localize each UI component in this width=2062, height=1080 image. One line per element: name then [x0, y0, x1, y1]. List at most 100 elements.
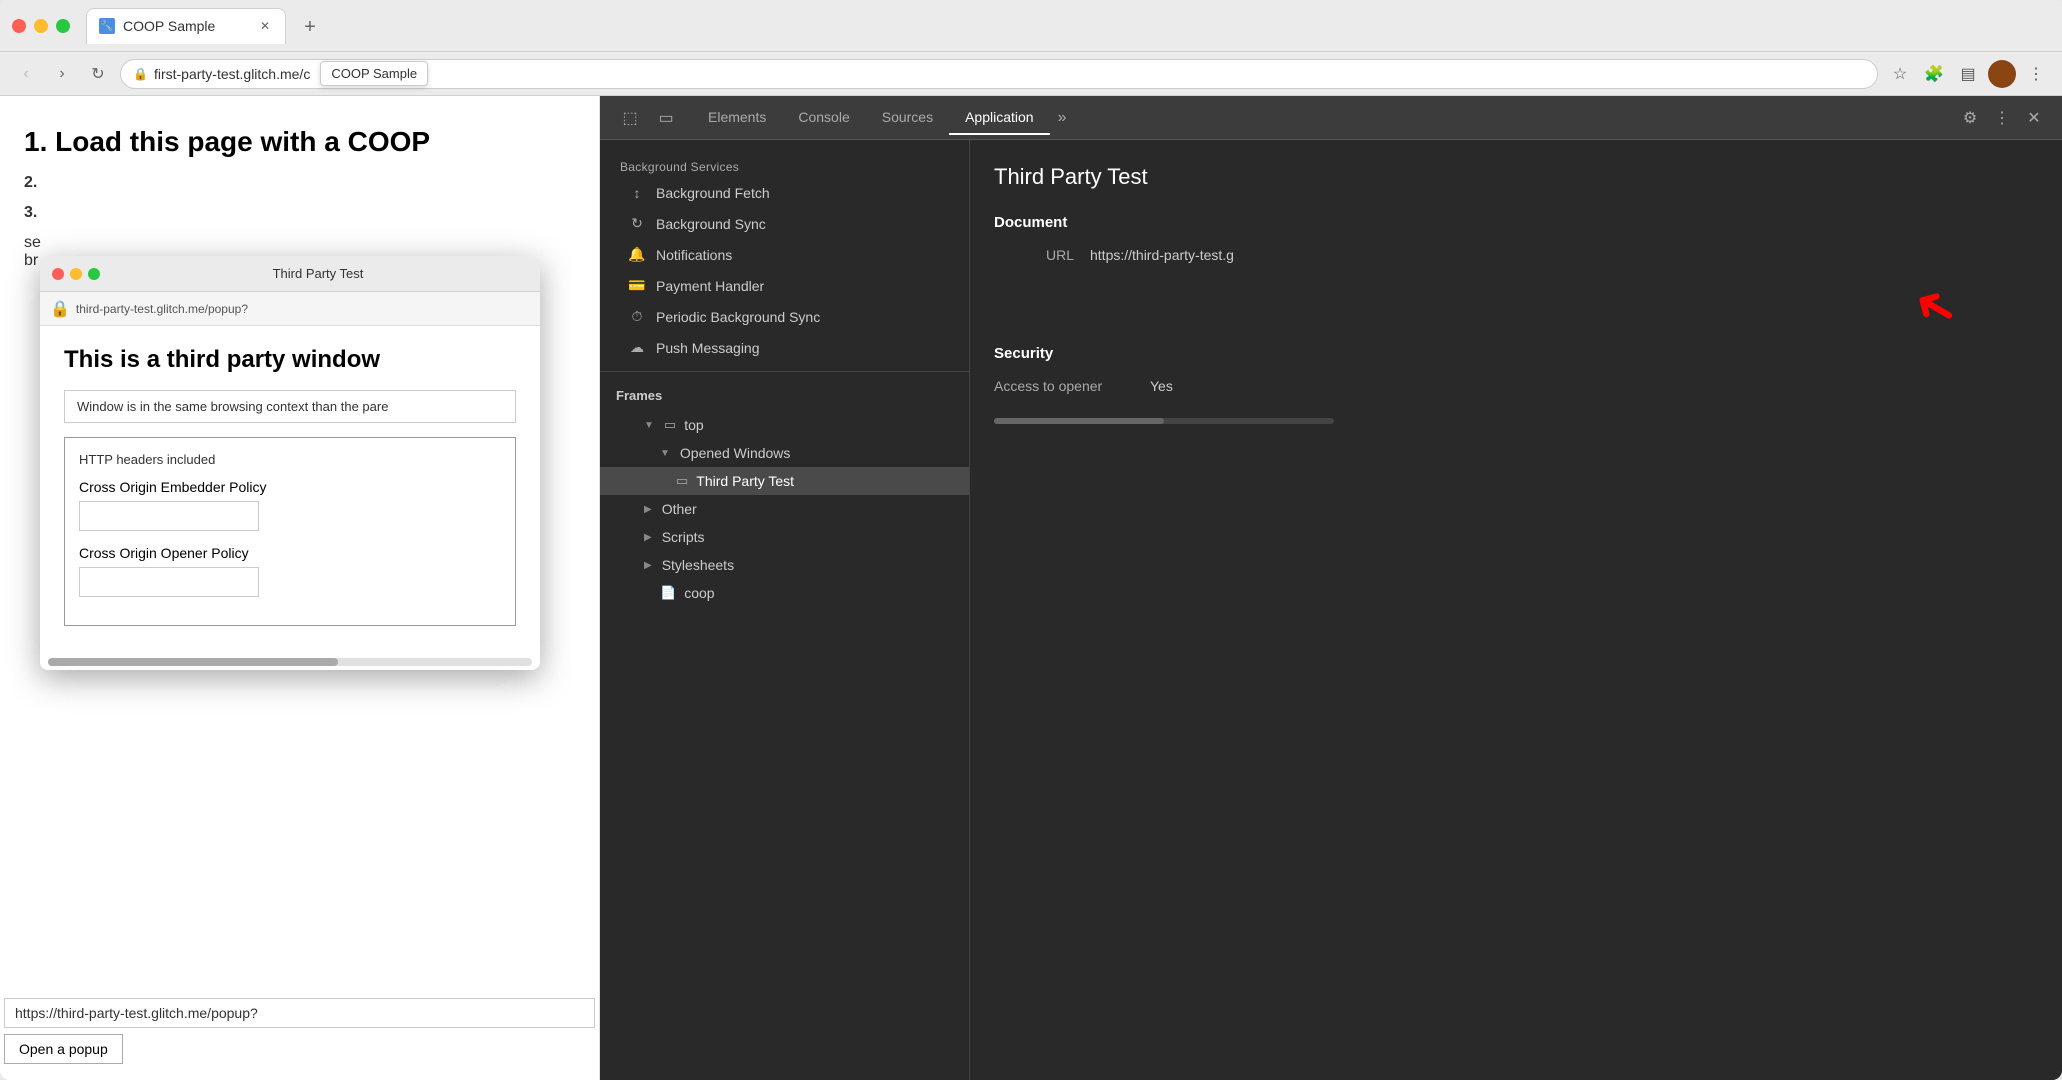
- sidebar-item-periodic-label: Periodic Background Sync: [656, 309, 820, 325]
- sidebar-item-payment-handler[interactable]: 💳 Payment Handler: [600, 270, 969, 301]
- tree-item-other[interactable]: ▶ Other: [600, 495, 969, 523]
- tree-item-third-party-label: Third Party Test: [696, 473, 794, 489]
- top-frame-icon: ▭: [664, 417, 676, 433]
- headers-section: HTTP headers included Cross Origin Embed…: [64, 437, 516, 626]
- title-bar: 🔧 COOP Sample ✕ +: [0, 0, 2062, 52]
- popup-address-bar: 🔒 third-party-test.glitch.me/popup?: [40, 292, 540, 326]
- url-value: https://third-party-test.g: [1090, 247, 1234, 263]
- popup-lock-icon: 🔒: [50, 299, 70, 319]
- devtools-tabs: Elements Console Sources Application »: [692, 101, 1954, 135]
- tab-close-button[interactable]: ✕: [257, 18, 273, 34]
- forward-button[interactable]: ›: [48, 60, 76, 88]
- sidebar-item-bg-sync-label: Background Sync: [656, 216, 766, 232]
- inspect-icon[interactable]: ⬚: [612, 100, 648, 136]
- settings-icon[interactable]: ⚙: [1954, 102, 1986, 134]
- bg-sync-icon: ↻: [628, 215, 646, 232]
- popup-window: Third Party Test 🔒 third-party-test.glit…: [40, 256, 540, 670]
- sidebar-item-payment-label: Payment Handler: [656, 278, 764, 294]
- document-section-label: Document: [994, 214, 2038, 231]
- devtools-body: Background Services ↕ Background Fetch ↻…: [600, 140, 2062, 1080]
- cast-icon[interactable]: ▤: [1954, 60, 1982, 88]
- webpage: 1. Load this page with a COOP 2. 3. sebr…: [0, 96, 600, 1080]
- tab-sources[interactable]: Sources: [866, 101, 949, 135]
- sidebar-item-notifications[interactable]: 🔔 Notifications: [600, 239, 969, 270]
- coop-file-icon: 📄: [660, 585, 676, 601]
- sidebar-item-periodic-bg-sync[interactable]: ⏱ Periodic Background Sync: [600, 301, 969, 332]
- payment-icon: 💳: [628, 277, 646, 294]
- coep-input[interactable]: [79, 501, 259, 531]
- address-tooltip: COOP Sample: [320, 61, 428, 86]
- access-to-opener-row: Access to opener Yes: [994, 378, 2038, 394]
- popup-close-light[interactable]: [52, 268, 64, 280]
- back-button[interactable]: ‹: [12, 60, 40, 88]
- extensions-icon[interactable]: 🧩: [1920, 60, 1948, 88]
- arrow-container: ➜: [994, 277, 2038, 337]
- step2-text: 2.: [24, 174, 575, 192]
- popup-scrollbar-thumb: [48, 658, 338, 666]
- scroll-indicator: [994, 418, 1334, 424]
- tree-item-stylesheets-label: Stylesheets: [662, 557, 734, 573]
- sidebar-divider: [600, 371, 969, 372]
- opened-windows-expand-icon: ▼: [660, 448, 670, 459]
- menu-icon[interactable]: ⋮: [2022, 60, 2050, 88]
- frames-section[interactable]: Frames: [600, 380, 969, 411]
- reload-button[interactable]: ↻: [84, 60, 112, 88]
- new-tab-button[interactable]: +: [294, 12, 326, 44]
- popup-max-light[interactable]: [88, 268, 100, 280]
- minimize-traffic-light[interactable]: [34, 19, 48, 33]
- third-party-frame-icon: ▭: [676, 473, 688, 489]
- bg-fetch-icon: ↕: [628, 185, 646, 201]
- close-traffic-light[interactable]: [12, 19, 26, 33]
- tree-item-coop[interactable]: 📄 coop: [600, 579, 969, 607]
- active-tab[interactable]: 🔧 COOP Sample ✕: [86, 8, 286, 44]
- tree-item-other-label: Other: [662, 501, 697, 517]
- popup-scrollbar[interactable]: [48, 658, 532, 666]
- other-expand-icon: ▶: [644, 504, 652, 515]
- popup-address-text: third-party-test.glitch.me/popup?: [76, 302, 248, 316]
- url-row: URL https://third-party-test.g: [994, 247, 2038, 263]
- tree-item-opened-windows[interactable]: ▼ Opened Windows: [600, 439, 969, 467]
- top-expand-icon: ▼: [644, 420, 654, 431]
- maximize-traffic-light[interactable]: [56, 19, 70, 33]
- sidebar-item-bg-sync[interactable]: ↻ Background Sync: [600, 208, 969, 239]
- traffic-lights: [12, 19, 70, 33]
- page-heading: 1. Load this page with a COOP: [24, 126, 575, 158]
- address-field[interactable]: 🔒 first-party-test.glitch.me/c COOP Samp…: [120, 59, 1878, 89]
- address-bar-row: ‹ › ↻ 🔒 first-party-test.glitch.me/c COO…: [0, 52, 2062, 96]
- push-icon: ☁: [628, 339, 646, 356]
- tab-application[interactable]: Application: [949, 101, 1050, 135]
- tree-item-stylesheets[interactable]: ▶ Stylesheets: [600, 551, 969, 579]
- tree-item-top[interactable]: ▼ ▭ top: [600, 411, 969, 439]
- devtools-close-icon[interactable]: ✕: [2018, 102, 2050, 134]
- device-icon[interactable]: ▭: [648, 100, 684, 136]
- sidebar-item-bg-fetch[interactable]: ↕ Background Fetch: [600, 178, 969, 208]
- access-to-opener-value: Yes: [1150, 378, 1173, 394]
- devtools-panel: ⬚ ▭ Elements Console Sources Application…: [600, 96, 2062, 1080]
- periodic-sync-icon: ⏱: [628, 308, 646, 325]
- notifications-icon: 🔔: [628, 246, 646, 263]
- sidebar-item-bg-fetch-label: Background Fetch: [656, 185, 770, 201]
- step3-text: 3.: [24, 204, 575, 222]
- sidebar-item-push-messaging[interactable]: ☁ Push Messaging: [600, 332, 969, 363]
- user-avatar[interactable]: [1988, 60, 2016, 88]
- security-section-label: Security: [994, 345, 2038, 362]
- main-area: 1. Load this page with a COOP 2. 3. sebr…: [0, 96, 2062, 1080]
- star-icon[interactable]: ☆: [1886, 60, 1914, 88]
- popup-traffic-lights: [52, 268, 100, 280]
- tab-console[interactable]: Console: [782, 101, 865, 135]
- open-popup-button[interactable]: Open a popup: [4, 1034, 123, 1064]
- stylesheets-expand-icon: ▶: [644, 560, 652, 571]
- popup-min-light[interactable]: [70, 268, 82, 280]
- coop-input[interactable]: [79, 567, 259, 597]
- popup-content: This is a third party window Window is i…: [40, 326, 540, 654]
- tree-item-scripts[interactable]: ▶ Scripts: [600, 523, 969, 551]
- tree-item-scripts-label: Scripts: [662, 529, 705, 545]
- tab-more[interactable]: »: [1050, 101, 1075, 135]
- tabs-area: 🔧 COOP Sample ✕ +: [86, 8, 2050, 44]
- panel-title: Third Party Test: [994, 164, 2038, 190]
- url-input[interactable]: [4, 998, 595, 1028]
- tree-item-third-party-test[interactable]: ▭ Third Party Test: [600, 467, 969, 495]
- devtools-menu-icon[interactable]: ⋮: [1986, 102, 2018, 134]
- scroll-thumb: [994, 418, 1164, 424]
- tab-elements[interactable]: Elements: [692, 101, 782, 135]
